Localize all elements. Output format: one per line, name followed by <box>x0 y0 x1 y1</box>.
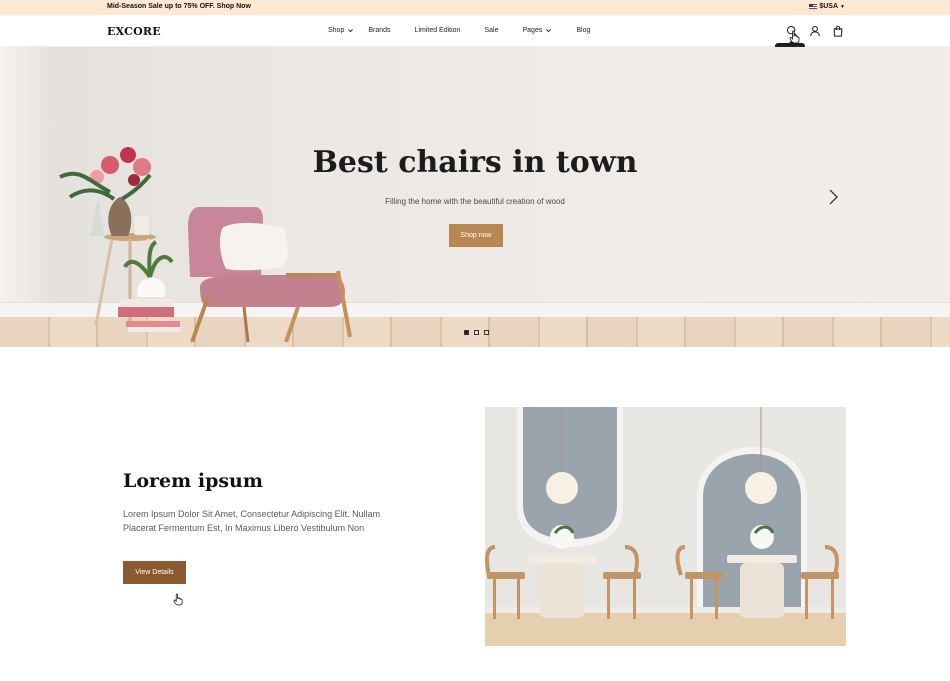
nav-item-brands[interactable]: Brands <box>368 27 390 34</box>
us-flag-icon <box>809 4 818 9</box>
slide-dot-2[interactable] <box>474 330 479 335</box>
logo[interactable]: EXCORE <box>107 25 161 38</box>
slider-pagination <box>464 330 489 335</box>
nav-label: Limited Edition <box>414 27 461 34</box>
nav-item-shop[interactable]: Shop <box>328 27 354 34</box>
feature-description: Lorem Ipsum Dolor Sit Amet, Consectetur … <box>123 509 381 533</box>
slide-dot-1[interactable] <box>464 330 469 335</box>
hand-cursor-icon <box>173 593 183 606</box>
nav-item-blog[interactable]: Blog <box>576 27 590 34</box>
user-icon[interactable] <box>809 25 821 37</box>
nav-label: Blog <box>576 27 591 34</box>
nav-item-limited-edition[interactable]: Limited Edition <box>415 27 461 34</box>
chevron-right-icon[interactable] <box>827 188 839 206</box>
hero-banner: Best chairs in town Filling the home wit… <box>0 47 950 347</box>
currency-selector[interactable]: $USA ▼ <box>809 3 845 10</box>
hand-cursor-icon <box>789 30 800 44</box>
nav-item-sale[interactable]: Sale <box>484 27 498 34</box>
shop-now-button[interactable]: Shop now <box>449 224 503 247</box>
nav-label: Brands <box>368 27 391 34</box>
nav-item-pages[interactable]: Pages <box>522 27 552 34</box>
main-nav: Shop Brands Limited Edition Sale Pages B… <box>328 27 590 34</box>
view-details-button[interactable]: View Details <box>123 561 186 584</box>
promo-link[interactable]: Mid-Season Sale up to 75% OFF. Shop Now <box>107 3 251 10</box>
announcement-bar: Mid-Season Sale up to 75% OFF. Shop Now … <box>0 0 950 15</box>
nav-label: Sale <box>484 27 499 34</box>
feature-title: Lorem ipsum <box>123 470 263 492</box>
nav-label: Shop <box>328 27 345 34</box>
hero-title: Best chairs in town <box>312 145 638 180</box>
currency-label: $USA <box>819 3 839 10</box>
site-header: EXCORE Shop Brands Limited Edition Sale … <box>0 15 950 47</box>
slide-dot-3[interactable] <box>484 330 489 335</box>
chevron-down-icon <box>348 29 354 33</box>
hero-subtitle: Filling the home with the beautiful crea… <box>385 197 565 206</box>
chevron-down-icon <box>546 29 552 33</box>
nav-label: Pages <box>522 27 543 34</box>
bag-icon[interactable] <box>832 25 844 37</box>
chevron-down-icon: ▼ <box>840 3 845 10</box>
dining-room-image <box>485 407 846 646</box>
